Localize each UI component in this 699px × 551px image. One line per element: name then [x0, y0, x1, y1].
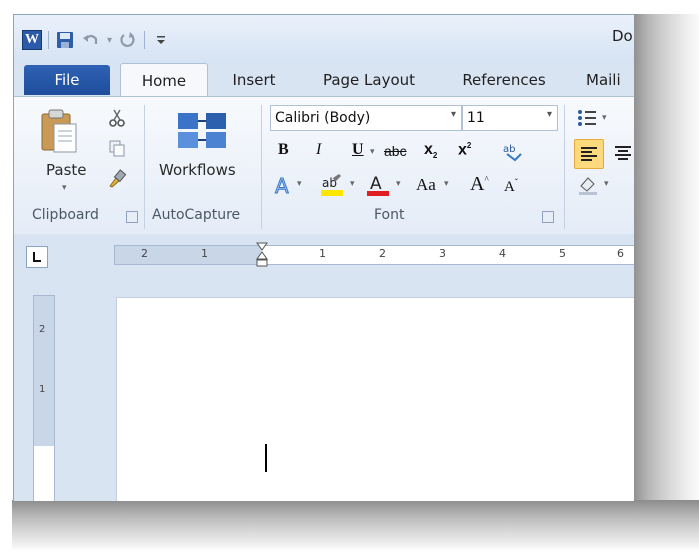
ruler-tick: 1 [201, 247, 208, 260]
tab-references[interactable]: References [454, 65, 554, 95]
tab-file[interactable]: File [24, 65, 110, 95]
vertical-ruler[interactable]: 2 1 [33, 295, 55, 501]
undo-dropdown-icon[interactable]: ▾ [107, 35, 112, 46]
ruler-tick: 3 [439, 247, 446, 260]
vertical-ruler-text-area [34, 446, 54, 501]
ruler-tick: 2 [39, 324, 46, 335]
strikethrough-button[interactable]: abc [384, 143, 407, 159]
paste-dropdown-icon[interactable]: ▾ [62, 183, 67, 193]
text-effects-icon[interactable]: A [272, 173, 296, 197]
ruler-tick: 6 [617, 247, 624, 260]
horizontal-ruler[interactable]: 2 1 1 2 3 4 5 6 [114, 242, 634, 268]
bullets-dropdown-icon[interactable]: ▾ [602, 113, 607, 123]
font-name-select[interactable]: Calibri (Body) ▾ [270, 105, 462, 131]
ribbon-home: Paste ▾ Clipboard Workflows AutoCapture … [14, 96, 634, 235]
bullets-icon[interactable] [576, 107, 598, 129]
grow-font-button[interactable]: A^ [470, 173, 489, 196]
window-shadow-right [633, 14, 699, 551]
chevron-down-icon: ▾ [546, 109, 552, 120]
font-size-select[interactable]: 11 ▾ [462, 105, 558, 131]
change-case-button[interactable]: Aa [416, 175, 436, 195]
shading-dropdown-icon[interactable]: ▾ [604, 179, 609, 189]
change-case-dropdown-icon[interactable]: ▾ [444, 179, 449, 189]
subscript-button[interactable]: x2 [424, 141, 437, 160]
ruler-tick: 1 [39, 384, 46, 395]
font-name-value: Calibri (Body) [275, 110, 371, 126]
underline-button[interactable]: U [352, 141, 364, 159]
ruler-tick: 1 [319, 247, 326, 260]
redo-icon[interactable] [118, 30, 138, 50]
font-launcher-icon[interactable] [542, 211, 554, 223]
align-center-icon[interactable] [612, 139, 634, 167]
underline-dropdown-icon[interactable]: ▾ [370, 147, 375, 157]
group-separator [144, 105, 145, 229]
ruler-tick: 5 [559, 247, 566, 260]
workflows-icon[interactable] [174, 105, 230, 155]
group-label-font: Font [374, 207, 405, 223]
word-logo-icon[interactable]: W [22, 30, 42, 50]
customize-qat-icon[interactable] [151, 30, 171, 50]
chevron-down-icon: ▾ [450, 109, 456, 120]
ruler-text-area [261, 246, 634, 264]
group-separator [564, 105, 565, 229]
format-painter-icon[interactable] [106, 167, 128, 189]
font-color-icon[interactable]: A [364, 171, 392, 199]
workflows-button[interactable]: Workflows [159, 161, 236, 179]
shrink-font-button[interactable]: Aˇ [504, 177, 518, 196]
clear-formatting-icon[interactable]: ab [500, 139, 524, 163]
ruler-tick: 4 [499, 247, 506, 260]
tab-mailings[interactable]: Maili [586, 65, 634, 95]
quick-access-toolbar: W ▾ [22, 29, 171, 51]
bold-button[interactable]: B [278, 141, 289, 159]
copy-icon[interactable] [106, 137, 128, 159]
highlight-dropdown-icon[interactable]: ▾ [350, 179, 355, 189]
tab-page-layout[interactable]: Page Layout [309, 65, 429, 95]
superscript-button[interactable]: x2 [458, 141, 471, 159]
highlight-icon[interactable]: ab [318, 171, 346, 199]
text-cursor [265, 444, 267, 472]
qat-separator [48, 31, 49, 49]
group-separator [261, 105, 262, 229]
window-shadow-bottom [12, 500, 699, 551]
svg-text:A: A [275, 174, 289, 196]
group-label-clipboard: Clipboard [32, 207, 99, 223]
document-area [58, 269, 634, 501]
font-size-value: 11 [467, 110, 485, 126]
document-page[interactable] [116, 297, 634, 501]
tab-home[interactable]: Home [120, 63, 208, 97]
font-color-dropdown-icon[interactable]: ▾ [396, 179, 401, 189]
svg-text:ab: ab [503, 144, 515, 155]
italic-button[interactable]: I [316, 141, 321, 159]
ruler-tick: 2 [379, 247, 386, 260]
title-bar: W ▾ Do [14, 15, 634, 63]
paste-icon[interactable] [36, 107, 82, 155]
window-title: Do [612, 27, 633, 45]
ruler-row: 2 1 1 2 3 4 5 6 [14, 234, 634, 268]
paste-button[interactable]: Paste [46, 161, 87, 179]
align-left-icon[interactable] [574, 139, 604, 169]
qat-separator-2 [144, 31, 146, 49]
ribbon-tabs: File Home Insert Page Layout References … [14, 63, 634, 97]
clipboard-launcher-icon[interactable] [126, 211, 138, 223]
save-icon[interactable] [55, 30, 75, 50]
ruler-tick: 2 [141, 247, 148, 260]
text-effects-dropdown-icon[interactable]: ▾ [297, 179, 302, 189]
tab-selector-icon[interactable] [26, 246, 48, 268]
tab-insert[interactable]: Insert [224, 65, 284, 95]
group-label-autocapture: AutoCapture [152, 207, 241, 223]
shading-icon[interactable] [576, 173, 600, 197]
indent-marker-icon[interactable] [256, 242, 268, 268]
undo-icon[interactable] [81, 30, 101, 50]
word-window: W ▾ Do File Home Insert Page Layout Refe… [13, 14, 634, 501]
cut-icon[interactable] [106, 107, 128, 129]
